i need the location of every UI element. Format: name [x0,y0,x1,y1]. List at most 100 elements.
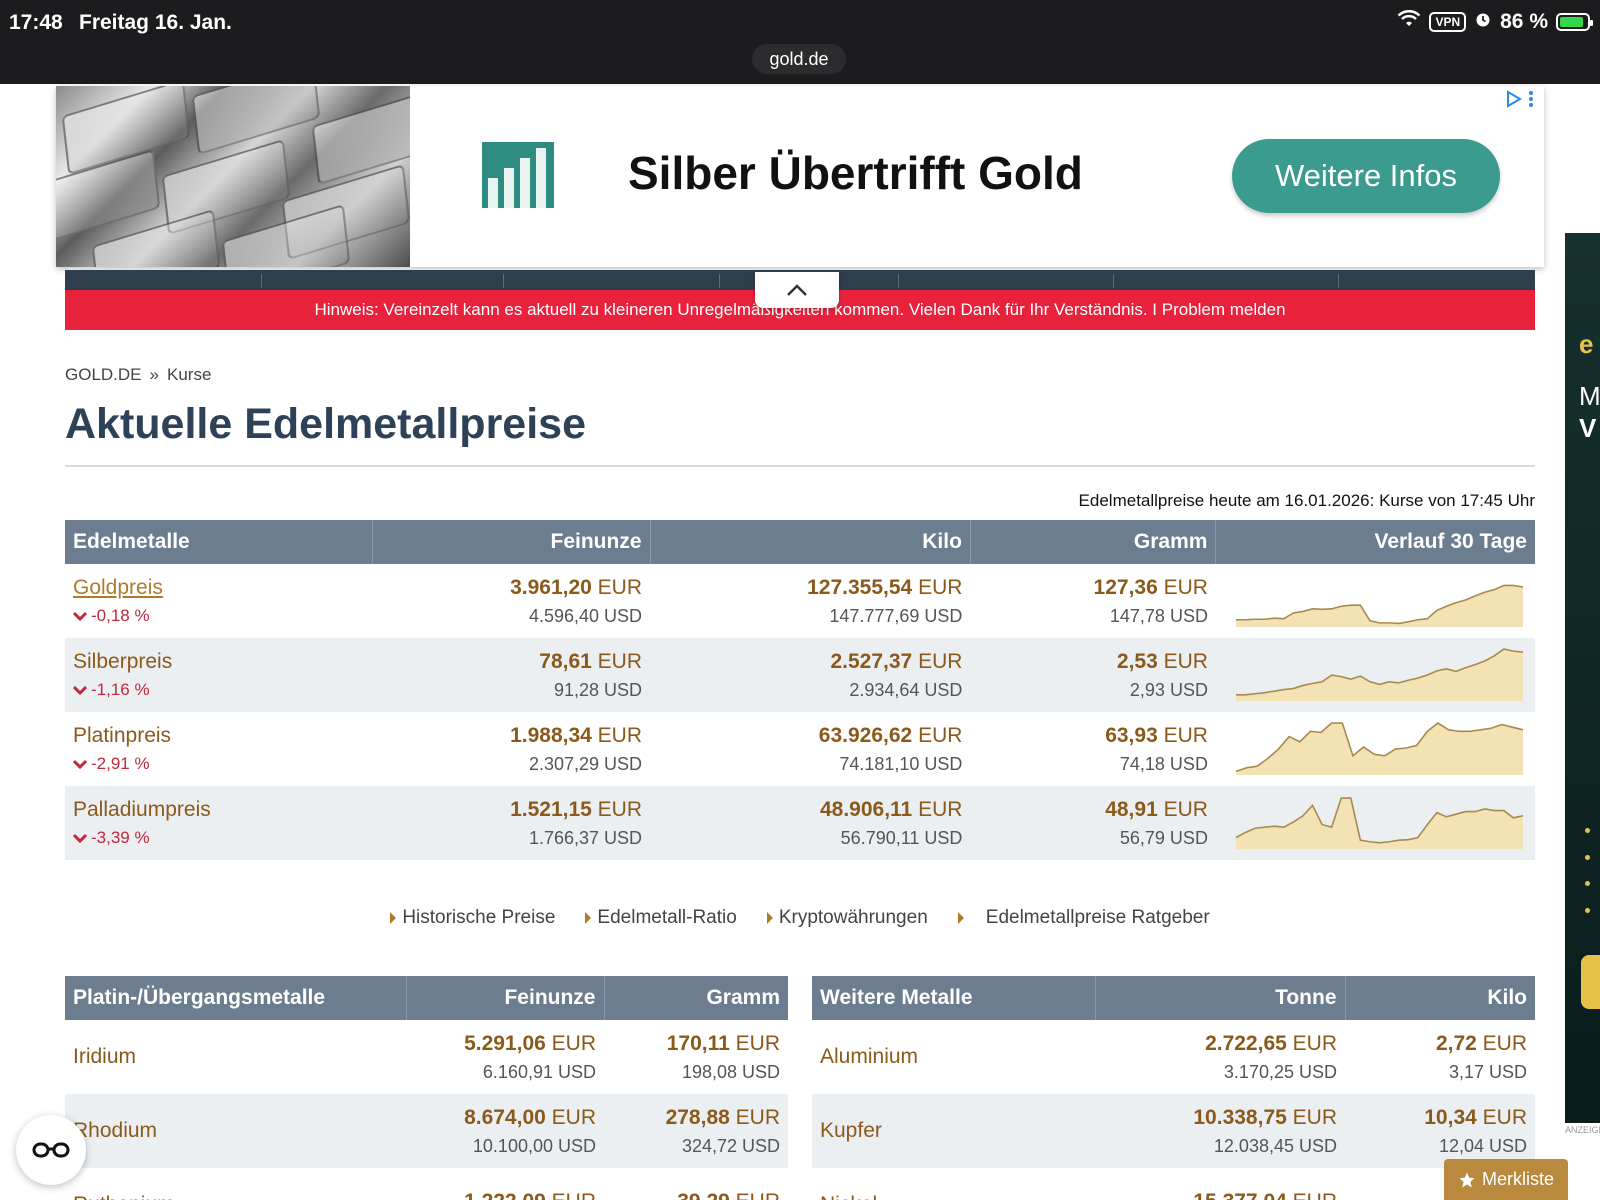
metal-name-link[interactable]: Rhodium [65,1094,406,1168]
price-ounce-usd: 91,28 USD [553,679,643,700]
side-ad-text: e [1579,329,1594,359]
price-ounce-eur: 1.222,09 EUR [414,1190,596,1200]
col-header-kilo: Kilo [650,520,971,564]
metal-name-link[interactable]: Kupfer [812,1094,1095,1168]
ad-banner[interactable]: Silber Übertrifft Gold Weitere Infos [56,86,1544,267]
status-indicators: VPN 86 % [1397,9,1593,34]
table-row[interactable]: Aluminium 2.722,65 EUR 3.170,25 USD 2,72 … [812,1020,1535,1094]
triangle-right-icon [585,912,592,924]
price-kilo-eur: 2,72 EUR [1435,1031,1527,1055]
price-kilo-usd: 56.790,11 USD [840,827,963,848]
link-crypto[interactable]: Kryptowährungen [766,907,928,929]
sparkline-area [1235,585,1523,627]
adchoices-icon[interactable] [1506,90,1534,108]
price-kilo-usd: 74.181,10 USD [839,753,963,774]
breadcrumb: GOLD.DE » Kurse [65,365,211,385]
price-kilo-usd: 147.777,69 USD [829,605,963,626]
metal-name-link[interactable]: Silberpreis [73,650,365,674]
price-ounce-eur: 5.291,06 EUR [464,1031,596,1055]
price-gram-eur: 2,53 EUR [1116,649,1208,673]
change-percent: -1,16 % [91,680,150,699]
vpn-badge: VPN [1429,12,1467,32]
price-gram-usd: 147,78 USD [1109,605,1208,626]
table-row[interactable]: Platinpreis -2,91 % 1.988,34 EUR 2.307,29… [65,712,1535,786]
price-ounce-eur: 78,61 EUR [539,649,643,673]
price-ounce-eur: 3.961,20 EUR [510,575,643,599]
link-historical-prices[interactable]: Historische Preise [390,907,555,929]
side-ad-button[interactable] [1581,955,1600,1009]
table-row[interactable]: Palladiumpreis -3,39 % 1.521,15 EUR 1.766… [65,786,1535,860]
table-row[interactable]: Nickel 15.377,04 EUR 1 EUR [812,1168,1535,1200]
sparkline-chart[interactable] [1232,715,1527,777]
price-gram-eur: 39,29 EUR [612,1190,780,1200]
ad-cta-button[interactable]: Weitere Infos [1232,139,1500,213]
triangle-right-icon [390,912,397,924]
table-row[interactable]: Iridium 5.291,06 EUR 6.160,91 USD 170,11 … [65,1020,788,1094]
price-kilo-eur: 127.355,54 EUR [807,575,963,599]
price-kilo-eur: 48.906,11 EUR [819,797,963,821]
precious-metals-table: Edelmetalle Feinunze Kilo Gramm Verlauf … [65,520,1535,860]
table-header-row: Edelmetalle Feinunze Kilo Gramm Verlauf … [65,520,1535,564]
col-header-metal: Platin-/Übergangsmetalle [65,976,407,1020]
price-gram-eur: 63,93 EUR [1105,723,1208,747]
title-divider [65,465,1535,467]
metal-name-link[interactable]: Iridium [65,1020,406,1094]
link-metal-ratio[interactable]: Edelmetall-Ratio [585,907,737,929]
sparkline-chart[interactable] [1232,641,1527,703]
price-kilo-usd: 3,17 USD [1448,1061,1527,1082]
metal-name-link[interactable]: Aluminium [812,1020,1095,1094]
price-gram-eur: 127,36 EUR [1093,575,1208,599]
price-ounce-usd: 4.596,40 USD [528,605,643,626]
price-timestamp: Edelmetallpreise heute am 16.01.2026: Ku… [1078,491,1535,510]
sparkline-area [1235,649,1523,701]
table-header-row: Weitere Metalle Tonne Kilo [812,976,1535,1020]
alarm-icon [1474,10,1492,34]
star-icon [1459,1172,1475,1187]
glasses-icon [32,1142,70,1158]
breadcrumb-current[interactable]: Kurse [167,365,211,384]
metal-name-link[interactable]: Palladiumpreis [73,798,365,822]
page-title: Aktuelle Edelmetallpreise [65,400,586,448]
col-header-metal: Edelmetalle [65,520,374,564]
price-kilo-usd: 2.934,64 USD [849,679,963,700]
price-gram-usd: 198,08 USD [681,1061,780,1082]
url-pill[interactable]: gold.de [752,44,846,74]
price-ounce-eur: 1.988,34 EUR [510,723,643,747]
reader-mode-button[interactable] [16,1115,86,1185]
price-kilo-eur: 2.527,37 EUR [830,649,963,673]
col-header-ounce: Feinunze [372,520,651,564]
price-kilo-eur: 10,34 EUR [1424,1105,1527,1129]
metal-name-link[interactable]: Nickel [812,1168,1095,1200]
breadcrumb-home[interactable]: GOLD.DE [65,365,142,384]
table-row[interactable]: Goldpreis -0,18 % 3.961,20 EUR 4.596,40 U… [65,564,1535,638]
collapse-ad-button[interactable] [755,272,839,308]
metal-name-link[interactable]: Platinpreis [73,724,365,748]
change-percent: -2,91 % [91,754,150,773]
metal-name-link[interactable]: Goldpreis [73,576,365,600]
table-row[interactable]: Silberpreis -1,16 % 78,61 EUR 91,28 USD 2… [65,638,1535,712]
triangle-right-icon [957,912,964,924]
price-ounce-usd: 6.160,91 USD [482,1061,596,1082]
table-row[interactable]: Kupfer 10.338,75 EUR 12.038,45 USD 10,34 … [812,1094,1535,1168]
col-header-gram: Gramm [970,520,1217,564]
sparkline-chart[interactable] [1232,567,1527,629]
price-gram-usd: 56,79 USD [1119,827,1208,848]
table-row[interactable]: Ruthenium 1.222,09 EUR 39,29 EUR [65,1168,788,1200]
metal-name-link[interactable]: Ruthenium [65,1168,406,1200]
price-tonne-usd: 12.038,45 USD [1213,1135,1337,1156]
ad-title: Silber Übertrifft Gold [628,147,1083,199]
price-gram-eur: 170,11 EUR [666,1031,780,1055]
link-guide[interactable]: Edelmetallpreise Ratgeber [957,907,1210,929]
price-tonne-usd: 3.170,25 USD [1223,1061,1337,1082]
sparkline-chart[interactable] [1232,789,1527,851]
price-tonne-eur: 2.722,65 EUR [1205,1031,1337,1055]
col-header-tonne: Tonne [1095,976,1346,1020]
change-indicator: -3,39 % [73,828,365,848]
price-ounce-usd: 2.307,29 USD [528,753,643,774]
price-kilo-usd: 12,04 USD [1438,1135,1527,1156]
watchlist-button[interactable]: Merkliste [1444,1159,1568,1200]
table-row[interactable]: Rhodium 8.674,00 EUR 10.100,00 USD 278,88… [65,1094,788,1168]
ad-label: ANZEIGE [1565,1125,1600,1135]
side-ad[interactable]: e M V [1565,233,1600,1123]
table-header-row: Platin-/Übergangsmetalle Feinunze Gramm [65,976,788,1020]
